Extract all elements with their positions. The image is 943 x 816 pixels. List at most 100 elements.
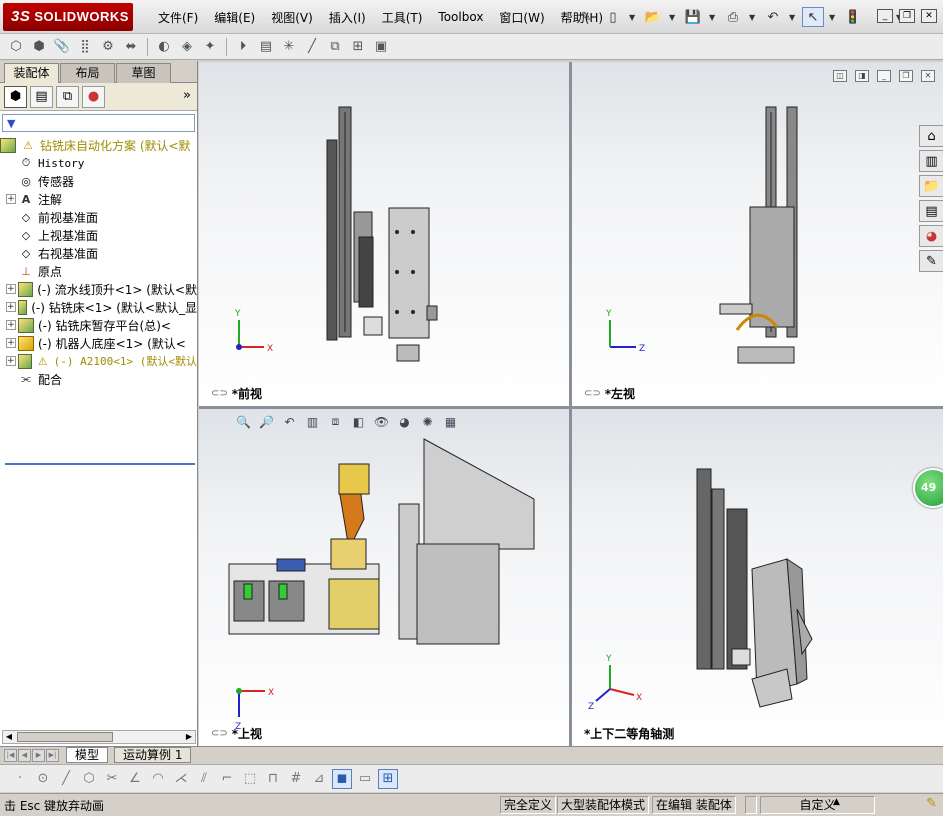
edit-component-icon[interactable]: ⬡ — [6, 37, 26, 57]
show-hidden-icon[interactable]: ◐ — [154, 37, 174, 57]
link-views-icon[interactable]: ⊂⊃ — [584, 388, 601, 399]
tree-item-right-plane[interactable]: ◇ 右视基准面 — [0, 244, 197, 262]
tab-assembly[interactable]: 装配体 — [4, 63, 59, 83]
polygon-icon[interactable]: ⬡ — [79, 769, 99, 789]
close-icon[interactable]: ✕ — [921, 70, 935, 82]
tab-sketch[interactable]: 草图 — [116, 63, 171, 83]
tree-item-component[interactable]: + (-) 机器人底座<1> (默认< — [0, 334, 197, 352]
tangent-icon[interactable]: ⋌ — [171, 769, 191, 789]
tree-item-history[interactable]: ⏱ History — [0, 154, 197, 172]
tree-item-annotations[interactable]: + A 注解 — [0, 190, 197, 208]
last-tab-icon[interactable]: ▶| — [46, 748, 59, 762]
dimension-icon[interactable]: ⊓ — [263, 769, 283, 789]
line-icon[interactable]: ╱ — [56, 769, 76, 789]
viewport-splitter-horizontal[interactable] — [199, 406, 943, 409]
expand-plus-icon[interactable]: + — [6, 320, 16, 330]
reference-geometry-icon[interactable]: ✦ — [200, 37, 220, 57]
rollback-bar[interactable] — [5, 463, 195, 465]
property-manager-icon[interactable]: ▤ — [30, 85, 53, 108]
smart-fasteners-icon[interactable]: ⚙ — [98, 37, 118, 57]
menu-window[interactable]: 窗口(W) — [491, 9, 552, 26]
solidworks-logo[interactable]: 3S SOLIDWORKS — [3, 3, 133, 31]
tree-root-assembly[interactable]: ⚠ 钻铣床自动化方案 (默认<默 — [0, 136, 197, 154]
four-view-icon[interactable]: ⊞ — [378, 768, 398, 789]
tab-model[interactable]: 模型 — [66, 747, 109, 763]
zoom-to-fit-icon[interactable]: 🔍 — [235, 413, 252, 430]
configuration-manager-icon[interactable]: ⧉ — [56, 85, 79, 108]
restore-icon[interactable]: ❐ — [899, 70, 913, 82]
edit-appearance-icon[interactable]: ◕ — [396, 413, 413, 430]
tree-item-sensors[interactable]: ◎ 传感器 — [0, 172, 197, 190]
expand-plus-icon[interactable]: + — [6, 284, 16, 294]
chevron-down-icon[interactable]: ▼ — [829, 13, 837, 22]
tree-item-mates[interactable]: ⫘ 配合 — [0, 370, 197, 388]
assembly-features-icon[interactable]: ◈ — [177, 37, 197, 57]
zoom-area-icon[interactable]: 🔎 — [258, 413, 275, 430]
tab-layout[interactable]: 布局 — [60, 63, 115, 83]
rebuild-traffic-light-icon[interactable]: 🚦 — [842, 7, 864, 27]
menu-file[interactable]: 文件(F) — [150, 9, 206, 26]
chevron-down-icon[interactable]: ▼ — [749, 13, 757, 22]
menu-insert[interactable]: 插入(I) — [321, 9, 374, 26]
hide-show-items-icon[interactable]: 👁 — [373, 413, 390, 430]
minimize-icon[interactable]: _ — [877, 9, 893, 23]
display-manager-icon[interactable]: ● — [82, 85, 105, 108]
close-icon[interactable]: ✕ — [921, 9, 937, 23]
tree-filter[interactable]: ▼ — [2, 114, 195, 132]
chevron-down-icon[interactable]: ▼ — [709, 13, 717, 22]
offset-icon[interactable]: ⫽ — [194, 769, 214, 789]
angular-dimension-icon[interactable]: ⊿ — [309, 769, 329, 789]
link-views-icon[interactable]: ◫ — [833, 70, 847, 82]
shaded-display-icon[interactable]: ◼ — [332, 768, 352, 789]
open-folder-icon[interactable]: 📂 — [642, 7, 664, 27]
grid-icon[interactable]: # — [286, 769, 306, 789]
move-component-icon[interactable]: ⬌ — [121, 37, 141, 57]
section-view-icon[interactable]: ▥ — [304, 413, 321, 430]
trim-icon[interactable]: ✂ — [102, 769, 122, 789]
apply-scene-icon[interactable]: ✺ — [419, 413, 436, 430]
view-palette-icon[interactable]: ▤ — [919, 200, 943, 222]
expand-plus-icon[interactable]: + — [6, 302, 16, 312]
viewport-front[interactable]: X Y ⊂⊃ *前视 — [199, 62, 569, 406]
file-explorer-icon[interactable]: 📁 — [919, 175, 943, 197]
hole-alignment-icon[interactable]: ▣ — [371, 37, 391, 57]
tree-item-component[interactable]: + (-) 钻铣床暂存平台(总)< — [0, 316, 197, 334]
first-tab-icon[interactable]: |◀ — [4, 748, 17, 762]
tab-motion-study[interactable]: 运动算例 1 — [114, 747, 192, 763]
horizontal-scrollbar[interactable]: ◀ ▶ — [2, 730, 196, 744]
view-orientation-icon[interactable]: ⧈ — [327, 413, 344, 430]
previous-view-icon[interactable]: ↶ — [281, 413, 298, 430]
double-chevron-right-icon[interactable]: » — [183, 88, 191, 103]
save-icon[interactable]: 💾 — [682, 7, 704, 27]
expand-plus-icon[interactable]: + — [6, 194, 16, 204]
display-style-icon[interactable]: ◧ — [350, 413, 367, 430]
linear-pattern-icon[interactable]: ⣿ — [75, 37, 95, 57]
chevron-down-icon[interactable]: ▼ — [669, 13, 677, 22]
pin-icon[interactable]: ✎ — [575, 7, 597, 27]
clearance-icon[interactable]: ⊞ — [348, 37, 368, 57]
viewport-left[interactable]: Z Y ◫ ◨ _ ❐ ✕ ⊂⊃ *左视 — [572, 62, 943, 406]
new-motion-study-icon[interactable]: ⏵ — [233, 37, 253, 57]
prev-tab-icon[interactable]: ◀ — [18, 748, 31, 762]
arc-icon[interactable]: ◠ — [148, 769, 168, 789]
tree-item-component[interactable]: + ⚠ (-) A2100<1> (默认<默认 — [0, 352, 197, 370]
insert-component-icon[interactable]: ⬢ — [29, 37, 49, 57]
tree-item-component[interactable]: + (-) 钻铣床<1> (默认<默认_显 — [0, 298, 197, 316]
print-icon[interactable]: ⎙ — [722, 7, 744, 27]
explode-line-icon[interactable]: ╱ — [302, 37, 322, 57]
menu-toolbox[interactable]: Toolbox — [430, 10, 491, 24]
scroll-right-icon[interactable]: ▶ — [183, 731, 195, 743]
menu-tools[interactable]: 工具(T) — [374, 9, 431, 26]
scroll-thumb[interactable] — [17, 732, 113, 742]
tree-item-top-plane[interactable]: ◇ 上视基准面 — [0, 226, 197, 244]
corner-icon[interactable]: ⌐ — [217, 769, 237, 789]
menu-edit[interactable]: 编辑(E) — [206, 9, 263, 26]
circle-icon[interactable]: ⊙ — [33, 769, 53, 789]
link-views-icon[interactable]: ⊂⊃ — [211, 728, 228, 739]
view-settings-icon[interactable]: ▦ — [442, 413, 459, 430]
wireframe-display-icon[interactable]: ▭ — [355, 769, 375, 789]
tree-item-origin[interactable]: ⊥ 原点 — [0, 262, 197, 280]
minimize-icon[interactable]: _ — [877, 70, 891, 82]
select-arrow-icon[interactable]: ↖ — [802, 7, 824, 27]
interference-detection-icon[interactable]: ⧉ — [325, 37, 345, 57]
